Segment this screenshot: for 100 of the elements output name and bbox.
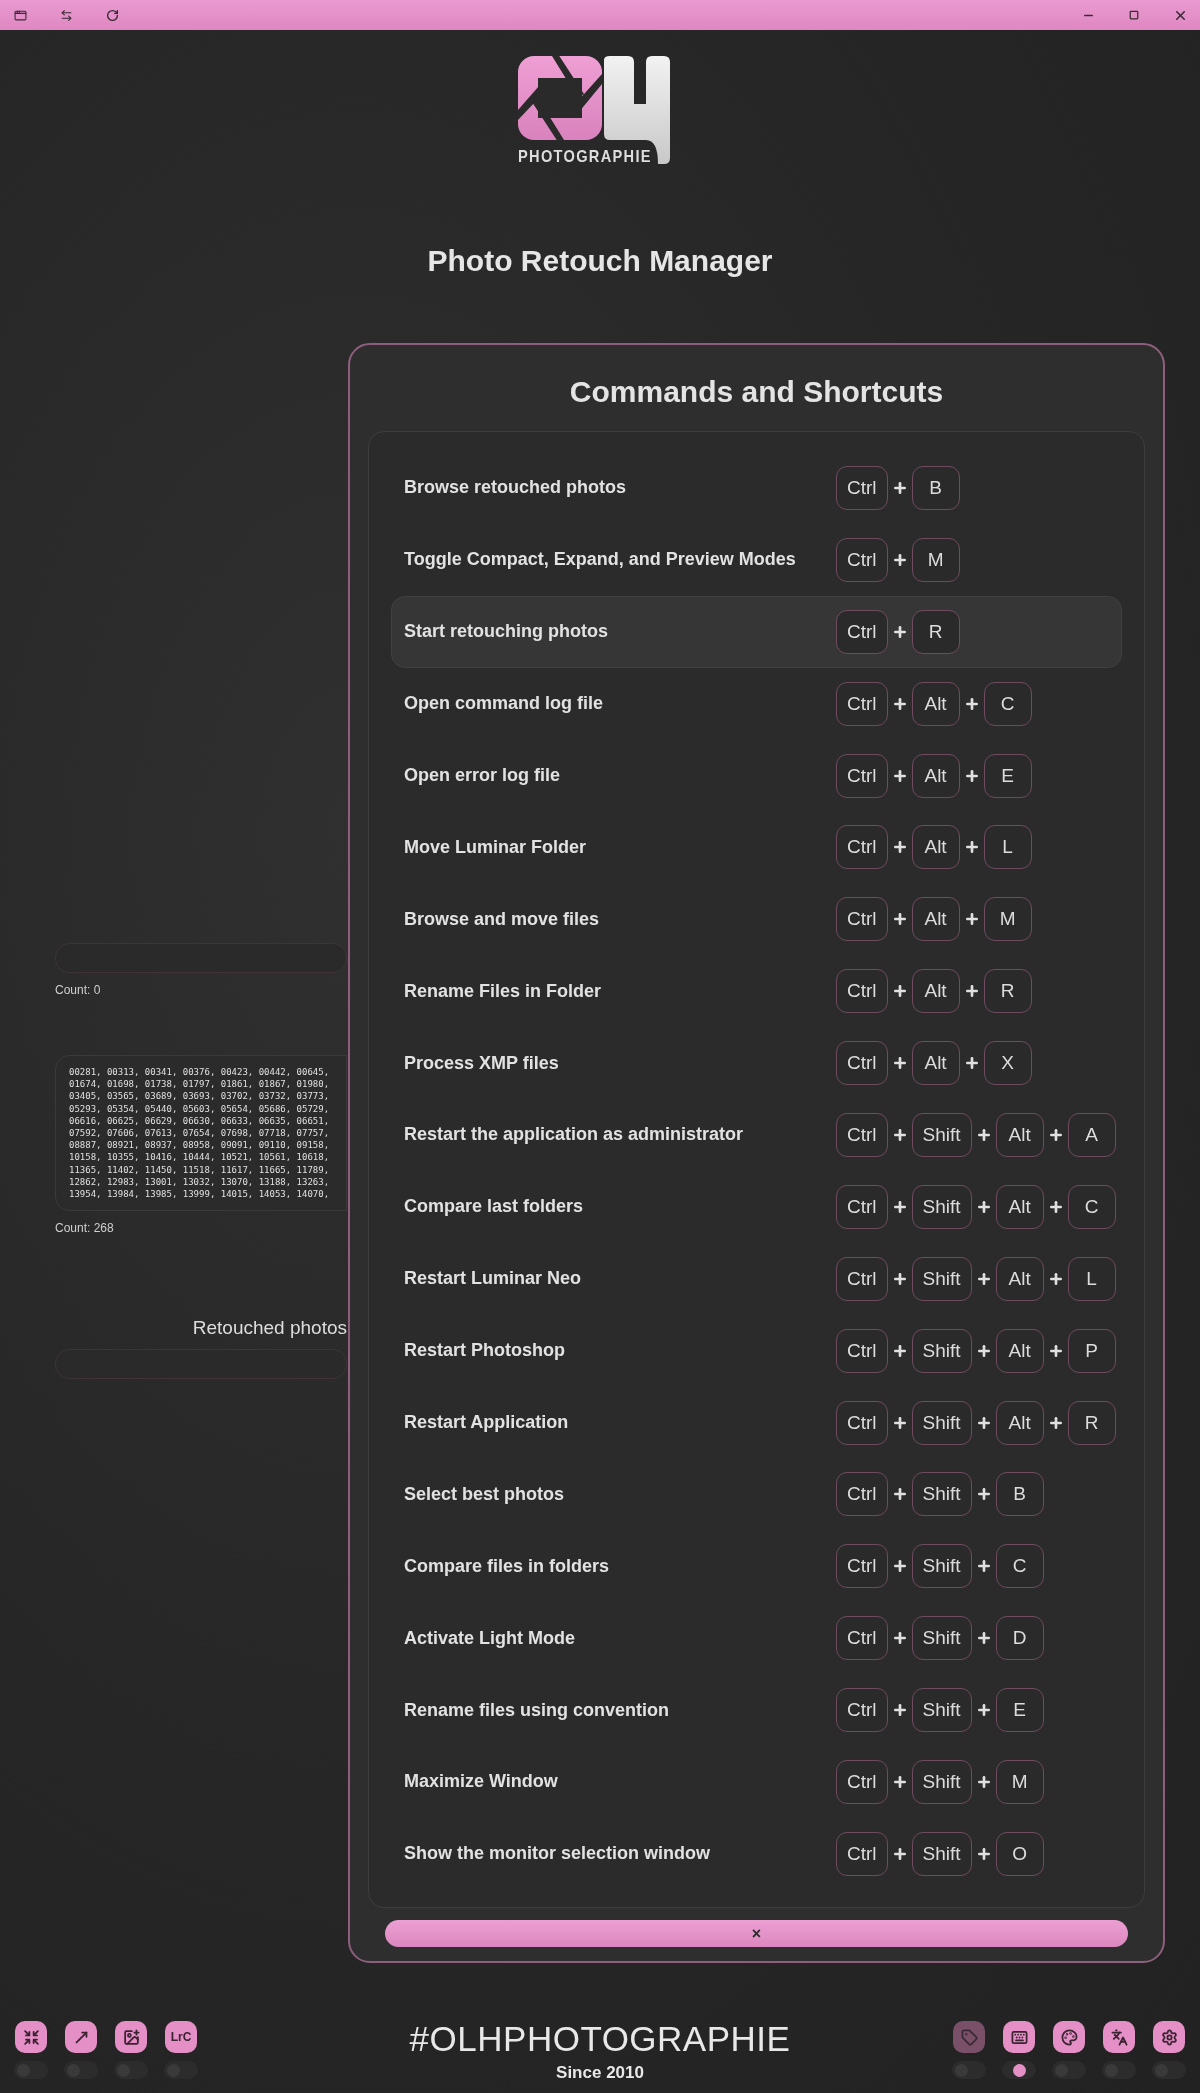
tool-button[interactable] — [65, 2021, 97, 2053]
plus-icon — [891, 911, 908, 928]
key-cap: Shift — [911, 1472, 972, 1517]
app-title: Photo Retouch Manager — [427, 244, 773, 278]
plus-icon — [891, 1055, 908, 1072]
tool-button[interactable] — [1003, 2021, 1035, 2053]
plus-icon — [891, 983, 908, 1000]
number-line: 06616, 06625, 06629, 06630, 06633, 06635, 06651, — [69, 1114, 331, 1127]
key-cap: Shift — [911, 1616, 972, 1661]
shortcut-row[interactable]: Select best photos Ctrl Shift B — [391, 1458, 1122, 1531]
tool-button[interactable] — [1153, 2021, 1185, 2053]
tool-button[interactable] — [1103, 2021, 1135, 2053]
key-cap: Alt — [911, 753, 960, 798]
toggle-switch[interactable] — [1002, 2061, 1036, 2079]
plus-icon — [975, 1558, 992, 1575]
key-cap: Ctrl — [836, 825, 888, 870]
shortcut-label: Compare last folders — [404, 1196, 585, 1218]
key-cap: Shift — [911, 1831, 972, 1876]
key-cap: Ctrl — [836, 1544, 888, 1589]
number-line: 11365, 11402, 11450, 11518, 11617, 11665, 11789, — [69, 1163, 331, 1176]
shortcut-label: Maximize Window — [404, 1771, 559, 1793]
shortcut-label: Start retouching photos — [404, 621, 609, 643]
plus-icon — [975, 1270, 992, 1287]
key-cap: Alt — [995, 1400, 1044, 1445]
tool-button[interactable] — [1053, 2021, 1085, 2053]
key-cap: Ctrl — [836, 1616, 888, 1661]
toggle-switch[interactable] — [1102, 2061, 1136, 2079]
plus-icon — [975, 1342, 992, 1359]
shortcut-row[interactable]: Activate Light Mode Ctrl Shift D — [391, 1602, 1122, 1675]
key-cap: Ctrl — [836, 1759, 888, 1804]
shortcut-row[interactable]: Restart Luminar Neo Ctrl Shift Alt L — [391, 1242, 1122, 1315]
plus-icon — [1047, 1198, 1064, 1215]
shortcut-row[interactable]: Show the monitor selection window Ctrl Shift O — [391, 1817, 1122, 1890]
plus-icon — [891, 1630, 908, 1647]
shortcut-row[interactable]: Open command log file Ctrl Alt C — [391, 667, 1122, 740]
key-cap: Alt — [911, 681, 960, 726]
key-cap: Ctrl — [836, 753, 888, 798]
key-cap: Alt — [995, 1112, 1044, 1157]
plus-icon — [1047, 1270, 1064, 1287]
key-cap: E — [983, 753, 1032, 798]
key-cap: Alt — [995, 1328, 1044, 1373]
brand-text: #OLHPHOTOGRAPHIE — [409, 2019, 791, 2059]
shortcut-row[interactable]: Compare files in folders Ctrl Shift C — [391, 1530, 1122, 1603]
key-cap: R — [1067, 1400, 1116, 1445]
key-cap: Alt — [995, 1184, 1044, 1229]
key-cap: R — [911, 609, 960, 654]
window-icon — [13, 8, 27, 22]
shortcut-label: Open command log file — [404, 693, 605, 715]
settings-icon — [1160, 2028, 1178, 2046]
key-cap: Shift — [911, 1544, 972, 1589]
shortcut-row[interactable]: Restart Photoshop Ctrl Shift Alt P — [391, 1314, 1122, 1387]
key-cap: Shift — [911, 1400, 972, 1445]
shortcut-label: Select best photos — [404, 1483, 566, 1505]
key-cap: D — [995, 1616, 1044, 1661]
shortcut-row[interactable]: Open error log file Ctrl Alt E — [391, 739, 1122, 812]
shortcut-label: Browse retouched photos — [404, 477, 628, 499]
shortcut-row[interactable]: Restart the application as administrator Ctrl Shift Alt A — [391, 1099, 1122, 1171]
shortcut-label: Compare files in folders — [404, 1555, 611, 1577]
shortcut-row[interactable]: Compare last folders Ctrl Shift Alt C — [391, 1170, 1122, 1243]
plus-icon — [975, 1845, 992, 1862]
key-cap: Ctrl — [836, 1831, 888, 1876]
shortcut-row[interactable]: Restart Application Ctrl Shift Alt R — [391, 1386, 1122, 1459]
plus-icon — [891, 1414, 908, 1431]
key-cap: Ctrl — [836, 969, 888, 1014]
shortcut-row[interactable]: Maximize Window Ctrl Shift M — [391, 1746, 1122, 1818]
shortcut-row[interactable]: Rename Files in Folder Ctrl Alt R — [391, 955, 1122, 1028]
shortcut-label: Activate Light Mode — [404, 1627, 576, 1649]
key-cap: Shift — [911, 1328, 972, 1373]
shortcut-label: Move Luminar Folder — [404, 836, 588, 858]
plus-icon — [891, 695, 908, 712]
plus-icon — [963, 983, 980, 1000]
shortcut-row[interactable]: Browse and move files Ctrl Alt M — [391, 883, 1122, 956]
shortcut-row[interactable]: Move Luminar Folder Ctrl Alt L — [391, 811, 1122, 884]
plus-icon — [891, 1486, 908, 1503]
plus-icon — [975, 1414, 992, 1431]
tag-icon — [960, 2028, 978, 2046]
number-line: 08887, 08921, 08937, 08958, 09091, 09110, 09158, — [69, 1139, 331, 1152]
shortcut-row[interactable]: Rename files using convention Ctrl Shift E — [391, 1674, 1122, 1747]
shortcut-row[interactable]: Process XMP files Ctrl Alt X — [391, 1027, 1122, 1099]
number-line: 10158, 10355, 10416, 10444, 10521, 10561, 10618, — [69, 1151, 331, 1164]
shortcut-label: Restart Luminar Neo — [404, 1268, 583, 1290]
shortcut-label: Restart the application as administrator — [404, 1124, 745, 1146]
shortcut-row[interactable]: Start retouching photos Ctrl R — [391, 595, 1122, 668]
key-cap: Alt — [995, 1256, 1044, 1301]
shortcut-row[interactable]: Browse retouched photos Ctrl B — [391, 452, 1122, 524]
lightroom-button[interactable]: LrC — [165, 2021, 197, 2053]
tool-button[interactable] — [15, 2021, 47, 2053]
tool-button[interactable] — [115, 2021, 147, 2053]
toggle-switch[interactable] — [1052, 2061, 1086, 2079]
key-cap: C — [995, 1544, 1044, 1589]
plus-icon — [1047, 1414, 1064, 1431]
shortcut-row[interactable]: Toggle Compact, Expand, and Preview Modes Ctrl M — [391, 523, 1122, 596]
plus-icon — [1047, 1342, 1064, 1359]
close-button[interactable]: × — [385, 1920, 1128, 1947]
key-cap: C — [1067, 1184, 1116, 1229]
key-cap: L — [983, 825, 1032, 870]
toggle-switch[interactable] — [1152, 2061, 1186, 2079]
number-line: 07592, 07606, 07613, 07654, 07698, 07718, 07757, — [69, 1127, 331, 1140]
key-cap: Ctrl — [836, 1688, 888, 1733]
key-cap: M — [995, 1759, 1044, 1804]
